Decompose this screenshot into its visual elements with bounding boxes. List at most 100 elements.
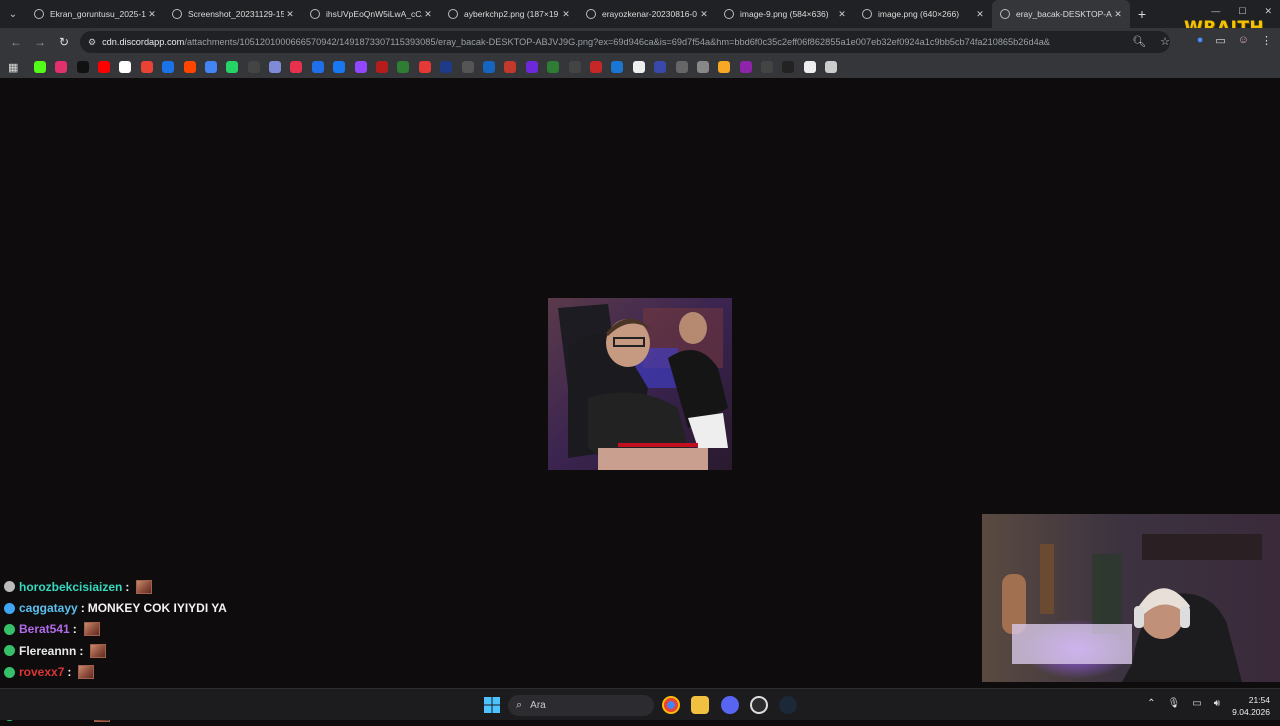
close-tab-icon[interactable]: ✕ bbox=[284, 9, 296, 20]
chat-emote-icon bbox=[83, 622, 100, 637]
tab-search-chevron-icon[interactable]: ⌄ bbox=[0, 0, 26, 28]
bookmark-icon[interactable] bbox=[504, 61, 517, 73]
bookmark-icon[interactable] bbox=[782, 61, 795, 73]
reload-icon[interactable]: ↻ bbox=[52, 35, 76, 49]
tab-0[interactable]: Ekran_goruntusu_2025-1 ✕ bbox=[26, 0, 164, 28]
bookmark-icon[interactable] bbox=[718, 61, 731, 73]
extensions-area: ● ▭ ☺ ⋮ bbox=[1197, 34, 1272, 47]
instagram-icon[interactable] bbox=[55, 61, 68, 73]
close-tab-icon[interactable]: ✕ bbox=[146, 9, 158, 20]
bookmark-icon[interactable] bbox=[418, 61, 431, 73]
maximize-icon[interactable]: ☐ bbox=[1238, 6, 1246, 17]
bookmark-icon[interactable] bbox=[589, 61, 602, 73]
zoom-icon[interactable]: 🔍︎ bbox=[1132, 35, 1146, 48]
tab-5[interactable]: image-9.png (584×636) ✕ bbox=[716, 0, 854, 28]
steam-icon[interactable] bbox=[247, 61, 260, 73]
bookmark-icon[interactable] bbox=[696, 61, 709, 73]
discord-icon[interactable] bbox=[721, 696, 739, 714]
bookmark-star-icon[interactable]: ☆ bbox=[1160, 35, 1170, 48]
bookmark-icon[interactable] bbox=[376, 61, 389, 73]
tab-6[interactable]: image.png (640×266) ✕ bbox=[854, 0, 992, 28]
steam-icon[interactable] bbox=[779, 696, 797, 714]
profile-avatar[interactable]: ☺ bbox=[1238, 34, 1249, 47]
close-tab-icon[interactable]: ✕ bbox=[560, 9, 572, 20]
globe-icon bbox=[34, 9, 44, 19]
bookmark-icon[interactable] bbox=[397, 61, 410, 73]
windows-start-icon[interactable] bbox=[484, 697, 500, 713]
bookmark-icon[interactable] bbox=[461, 61, 474, 73]
twitch-icon[interactable] bbox=[354, 61, 367, 73]
back-icon[interactable]: ← bbox=[4, 35, 28, 49]
tab-title: image-9.png (584×636) bbox=[740, 9, 829, 19]
close-tab-icon[interactable]: ✕ bbox=[1112, 9, 1124, 20]
taskbar-search-placeholder: Ara bbox=[530, 700, 546, 711]
globe-icon bbox=[1000, 9, 1010, 19]
x-icon[interactable] bbox=[76, 61, 89, 73]
tab-4[interactable]: erayozkenar-20230816-0 ✕ bbox=[578, 0, 716, 28]
bookmark-icon[interactable] bbox=[611, 61, 624, 73]
kick-icon[interactable] bbox=[33, 61, 46, 73]
chat-badge-icon bbox=[4, 645, 15, 657]
tab-1[interactable]: Screenshot_20231129-15. ✕ bbox=[164, 0, 302, 28]
tab-3[interactable]: ayberkchp2.png (187×19 ✕ bbox=[440, 0, 578, 28]
volume-icon[interactable]: 🔊︎ bbox=[1214, 698, 1220, 709]
whatsapp-icon[interactable] bbox=[226, 61, 239, 73]
tab-list: Ekran_goruntusu_2025-1 ✕ Screenshot_202311… bbox=[26, 0, 1130, 28]
taskbar-search[interactable]: ⌕ Ara bbox=[508, 695, 654, 716]
bookmark-icon[interactable] bbox=[269, 61, 282, 73]
bookmark-icon[interactable] bbox=[525, 61, 538, 73]
displayed-image[interactable] bbox=[548, 298, 732, 470]
chevron-up-icon[interactable]: ⌃ bbox=[1147, 698, 1155, 709]
app-icon[interactable] bbox=[750, 696, 768, 714]
translate-icon[interactable] bbox=[204, 61, 217, 73]
bookmark-icon[interactable] bbox=[483, 61, 495, 73]
bookmark-icon[interactable] bbox=[654, 61, 667, 73]
browser-toolbar: ← → ↻ ⚙ cdn.discordapp.com/attachments/1… bbox=[0, 28, 1280, 56]
close-icon[interactable]: ✕ bbox=[1264, 6, 1272, 17]
bookmark-icon[interactable] bbox=[547, 61, 560, 73]
taskbar-clock[interactable]: 21:54 9.04.2026 bbox=[1232, 694, 1270, 718]
facebook-icon[interactable] bbox=[333, 61, 346, 73]
bookmark-icon[interactable] bbox=[290, 61, 303, 73]
bookmark-icon[interactable] bbox=[440, 61, 453, 73]
globe-icon bbox=[724, 9, 734, 19]
close-tab-icon[interactable]: ✕ bbox=[422, 9, 434, 20]
site-info-icon[interactable]: ⚙ bbox=[88, 37, 96, 48]
tab-7[interactable]: eray_bacak-DESKTOP-AB ✕ bbox=[992, 0, 1130, 28]
new-tab-button[interactable]: + bbox=[1130, 6, 1154, 22]
extension-icon[interactable]: ● bbox=[1197, 34, 1204, 47]
youtube-icon[interactable] bbox=[97, 61, 110, 73]
chat-username: rovexx7 bbox=[19, 665, 65, 680]
reddit-icon[interactable] bbox=[183, 61, 196, 73]
bookmark-icon[interactable] bbox=[675, 61, 688, 73]
chrome-taskbar-icon[interactable] bbox=[662, 696, 680, 714]
tab-2[interactable]: ihsUVpEoQnW5iLwA_cCA ✕ bbox=[302, 0, 440, 28]
close-tab-icon[interactable]: ✕ bbox=[698, 9, 710, 20]
forward-icon[interactable]: → bbox=[28, 35, 52, 49]
tab-title: eray_bacak-DESKTOP-AB bbox=[1016, 9, 1112, 19]
google-icon[interactable] bbox=[119, 61, 132, 73]
bookmark-icon[interactable] bbox=[825, 61, 838, 73]
bookmark-icon[interactable] bbox=[311, 61, 324, 73]
bookmark-icon[interactable] bbox=[568, 61, 581, 73]
menu-icon[interactable]: ⋮ bbox=[1261, 34, 1272, 47]
globe-icon bbox=[448, 9, 458, 19]
chat-message: horozbekcisiaizen: bbox=[4, 576, 404, 597]
microphone-icon[interactable]: 🎙︎ bbox=[1168, 698, 1181, 709]
bookmark-icon[interactable] bbox=[761, 61, 774, 73]
bookmark-icon[interactable] bbox=[803, 61, 816, 73]
file-explorer-icon[interactable] bbox=[691, 696, 709, 714]
chat-username: Berat541 bbox=[19, 622, 70, 637]
close-tab-icon[interactable]: ✕ bbox=[974, 9, 986, 20]
drive-icon[interactable] bbox=[162, 61, 175, 73]
chat-username: horozbekcisiaizen bbox=[19, 579, 123, 594]
gmail-icon[interactable] bbox=[140, 61, 153, 73]
close-tab-icon[interactable]: ✕ bbox=[836, 9, 848, 20]
apps-grid-icon[interactable]: ▦ bbox=[8, 61, 18, 74]
address-bar[interactable]: ⚙ cdn.discordapp.com/attachments/1051201… bbox=[80, 31, 1170, 53]
bookmark-icon[interactable] bbox=[632, 61, 645, 73]
minimize-icon[interactable]: — bbox=[1211, 6, 1220, 17]
network-icon[interactable]: ▭ bbox=[1192, 698, 1201, 709]
extension-icon[interactable]: ▭ bbox=[1215, 34, 1225, 47]
bookmark-icon[interactable] bbox=[739, 61, 752, 73]
